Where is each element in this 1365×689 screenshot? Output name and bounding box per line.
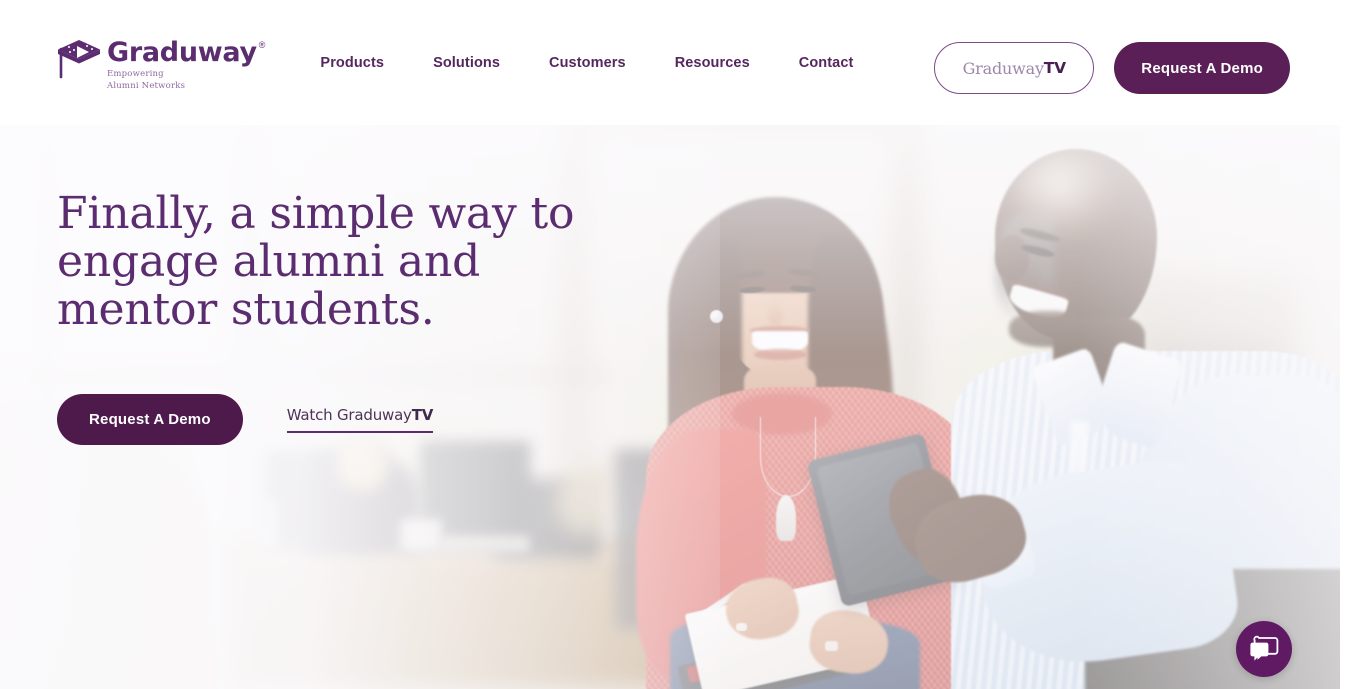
hero-section: Finally, a simple way to engage alumni a… — [0, 125, 1340, 689]
desk-papers — [440, 535, 530, 553]
logo-wordmark-row: Graduway ® — [107, 39, 265, 66]
nav-item-products[interactable]: Products — [320, 55, 384, 71]
graduation-cap-icon — [58, 40, 100, 79]
hero-cta-row: Request A Demo Watch Graduway TV — [57, 393, 574, 445]
graduway-tv-label-bold: TV — [1043, 59, 1066, 77]
main-navigation: Products Solutions Customers Resources C… — [320, 55, 853, 71]
nav-item-resources[interactable]: Resources — [675, 55, 750, 71]
person-man — [806, 139, 1340, 689]
woman-necklace-chain — [760, 417, 816, 497]
woman-necklace-pendant — [776, 495, 796, 541]
site-header: Graduway ® Empowering Alumni Networks Pr… — [0, 0, 1340, 125]
header-request-demo-button[interactable]: Request A Demo — [1114, 42, 1290, 94]
nav-item-contact[interactable]: Contact — [799, 55, 854, 71]
watch-link-text: Watch Graduway — [286, 405, 412, 424]
logo-text: Graduway ® Empowering Alumni Networks — [107, 39, 265, 91]
woman-ring-left — [736, 623, 747, 631]
chat-bubbles-icon — [1250, 635, 1279, 661]
landing-page: Graduway ® Empowering Alumni Networks Pr… — [0, 0, 1365, 689]
chat-widget-button[interactable] — [1236, 621, 1292, 677]
woman-ring-right — [825, 641, 838, 651]
watch-link-tv: TV — [411, 405, 434, 424]
woman-lower-lip — [754, 349, 807, 360]
woman-nose — [768, 299, 783, 325]
logo-wordmark: Graduway — [107, 37, 257, 69]
watch-graduway-tv-link[interactable]: Watch Graduway TV — [286, 405, 434, 433]
background-colleague-2 — [555, 464, 615, 539]
desk-cup — [400, 519, 442, 551]
page-scrollbar-track[interactable] — [1340, 0, 1365, 689]
registered-mark: ® — [258, 40, 266, 51]
graduway-tv-button[interactable]: Graduway TV — [934, 42, 1095, 94]
hero-headline: Finally, a simple way to engage alumni a… — [57, 188, 575, 335]
nav-item-customers[interactable]: Customers — [549, 55, 626, 71]
desk-bottle — [260, 499, 278, 549]
logo-tagline: Empowering Alumni Networks — [107, 69, 186, 91]
hero-content: Finally, a simple way to engage alumni a… — [57, 190, 574, 445]
logo[interactable]: Graduway ® Empowering Alumni Networks — [57, 33, 265, 91]
hero-request-demo-button[interactable]: Request A Demo — [57, 393, 243, 445]
nav-item-solutions[interactable]: Solutions — [433, 55, 500, 71]
graduway-tv-label-light: Graduway — [962, 58, 1044, 78]
woman-earring — [710, 310, 723, 323]
header-actions: Graduway TV Request A Demo — [934, 42, 1290, 94]
